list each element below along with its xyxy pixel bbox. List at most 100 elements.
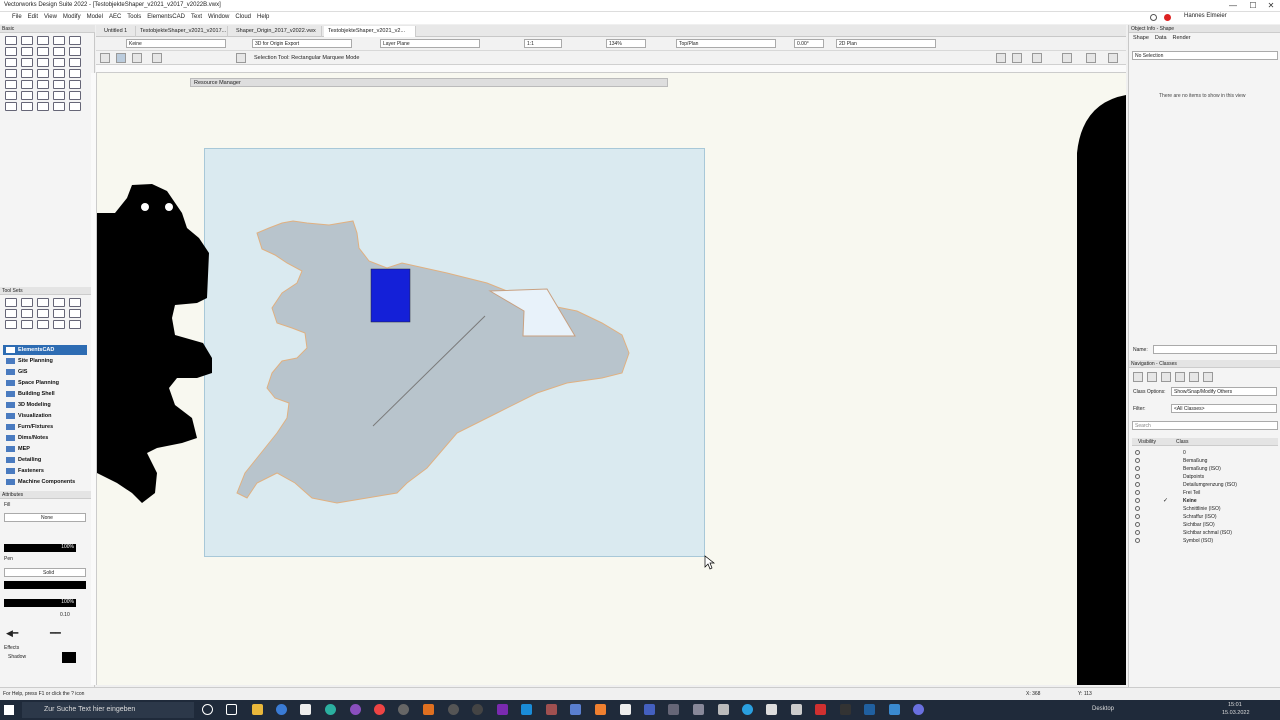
acrobat-icon[interactable] — [815, 704, 826, 715]
pen-color-swatch[interactable] — [4, 581, 86, 589]
toolset-elementscad[interactable]: ElementsCAD — [3, 345, 87, 355]
locus-tool-icon[interactable] — [5, 102, 17, 111]
name-field[interactable] — [1153, 345, 1277, 354]
onenote-icon[interactable] — [497, 704, 508, 715]
toolset-site-planning[interactable]: Site Planning — [3, 356, 87, 366]
app-icon-page[interactable] — [791, 704, 802, 715]
menu-modify[interactable]: Modify — [60, 12, 84, 22]
chamfer-tool-icon[interactable] — [69, 91, 81, 100]
class-row[interactable]: Bemaßung (ISO) — [1133, 465, 1273, 473]
windows-start-icon[interactable] — [4, 705, 14, 715]
eye-icon[interactable] — [1135, 482, 1140, 487]
layer-select[interactable]: Layer Plane — [380, 39, 480, 48]
section-tool-icon[interactable] — [53, 102, 65, 111]
filter-select[interactable]: <All Classes> — [1171, 404, 1277, 413]
toolset-detailing[interactable]: Detailing — [3, 455, 87, 465]
zoom-tool-icon[interactable] — [53, 36, 65, 45]
class-row[interactable]: 0 — [1133, 449, 1273, 457]
fillet-tool-icon[interactable] — [53, 91, 65, 100]
terminal-icon[interactable] — [840, 704, 851, 715]
desktop-label[interactable]: Desktop — [1092, 706, 1114, 712]
options-icon[interactable] — [236, 53, 246, 63]
toolset-gis[interactable]: GIS — [3, 367, 87, 377]
smart-cursor-icon[interactable] — [1062, 53, 1072, 63]
tab-shape[interactable]: Shape — [1133, 35, 1149, 41]
view-toggle-icon[interactable] — [1086, 53, 1096, 63]
connect-combine-tool-icon[interactable] — [5, 91, 17, 100]
callout-tool-icon[interactable] — [37, 102, 49, 111]
selection-mode-icon[interactable] — [116, 53, 126, 63]
rotate-tool-icon[interactable] — [69, 47, 81, 56]
arrowhead-icon[interactable]: ◀━ — [6, 628, 18, 639]
menu-aec[interactable]: AEC — [106, 12, 124, 22]
toolset-3d-modeling[interactable]: 3D Modeling — [3, 400, 87, 410]
app-icon-purple[interactable] — [350, 704, 361, 715]
drawing-canvas[interactable]: Resource Manager — [97, 73, 1126, 685]
search-icon[interactable] — [1150, 14, 1157, 21]
nav-references-icon[interactable] — [1189, 372, 1199, 382]
menu-view[interactable]: View — [41, 12, 60, 22]
drawing-objects[interactable] — [97, 73, 1126, 685]
roof-tool-icon[interactable] — [37, 309, 49, 318]
zoom-field[interactable]: 134% — [606, 39, 646, 48]
nav-views-icon[interactable] — [1161, 372, 1171, 382]
view-select[interactable]: Top/Plan — [676, 39, 776, 48]
app-icon-globe[interactable] — [644, 704, 655, 715]
class-row[interactable]: Sichtbar schmal (ISO) — [1133, 529, 1273, 537]
app-icon-white[interactable] — [620, 704, 631, 715]
maximize-button[interactable]: ☐ — [1244, 0, 1262, 12]
app-icon-red[interactable] — [546, 704, 557, 715]
door-tool-icon[interactable] — [5, 298, 17, 307]
eye-icon[interactable] — [1135, 506, 1140, 511]
toolset-fasteners[interactable]: Fasteners — [3, 466, 87, 476]
edge-icon[interactable] — [276, 704, 287, 715]
menu-model[interactable]: Model — [84, 12, 106, 22]
class-options-select[interactable]: Show/Snap/Modify Others — [1171, 387, 1277, 396]
hardscape-tool-icon[interactable] — [5, 320, 17, 329]
lock-icon[interactable] — [100, 53, 110, 63]
nav-edit-icon[interactable] — [1203, 372, 1213, 382]
toolset-mep[interactable]: MEP — [3, 444, 87, 454]
render-mode-select[interactable]: 2D Plan — [836, 39, 936, 48]
app-icon-doc[interactable] — [766, 704, 777, 715]
taskbar-search[interactable]: Zur Suche Text hier eingeben — [22, 702, 194, 718]
vectorworks-icon[interactable] — [325, 704, 336, 715]
nav-sheets-icon[interactable] — [1175, 372, 1185, 382]
freehand-tool-icon[interactable] — [5, 69, 17, 78]
mirror-tool-icon[interactable] — [21, 80, 33, 89]
file-explorer-icon[interactable] — [252, 704, 263, 715]
eye-icon[interactable] — [1135, 458, 1140, 463]
polygon-tool-icon[interactable] — [37, 69, 49, 78]
class-row[interactable]: Frei Teil — [1133, 489, 1273, 497]
vectorworks-old-icon[interactable] — [398, 704, 409, 715]
class-row[interactable]: Datpoints — [1133, 473, 1273, 481]
nav-layers-icon[interactable] — [1147, 372, 1157, 382]
arc-tool-icon[interactable] — [69, 58, 81, 67]
app-icon-dark[interactable] — [668, 704, 679, 715]
double-line-tool-icon[interactable] — [37, 47, 49, 56]
task-view-icon[interactable] — [226, 704, 237, 715]
grid-tool-icon[interactable] — [69, 309, 81, 318]
app-icon-cyan[interactable] — [742, 704, 753, 715]
eyedropper-tool-icon[interactable] — [37, 80, 49, 89]
class-row[interactable]: Bemaßung — [1133, 457, 1273, 465]
polyline-tool-icon[interactable] — [21, 69, 33, 78]
menu-elementscad[interactable]: ElementsCAD — [144, 12, 188, 22]
split-tool-icon[interactable] — [69, 80, 81, 89]
attribute-mapping-tool-icon[interactable] — [53, 80, 65, 89]
class-column[interactable]: Class — [1176, 439, 1189, 445]
class-row[interactable]: Sichtbar (ISO) — [1133, 521, 1273, 529]
oval-tool-icon[interactable] — [53, 58, 65, 67]
user-name[interactable]: Hannes Elmeier — [1184, 13, 1227, 19]
massing-tool-icon[interactable] — [37, 320, 49, 329]
visibility-column[interactable]: Visibility — [1138, 439, 1156, 445]
transform-mode-icon[interactable] — [132, 53, 142, 63]
menu-help[interactable]: Help — [254, 12, 272, 22]
eye-icon[interactable] — [1135, 530, 1140, 535]
clip-tool-icon[interactable] — [21, 91, 33, 100]
app-icon-orange[interactable] — [423, 704, 434, 715]
beam-tool-icon[interactable] — [21, 309, 33, 318]
pen-style-select[interactable]: Solid — [4, 568, 86, 577]
window-tool-icon[interactable] — [21, 298, 33, 307]
class-row[interactable]: Schnittlinie (ISO) — [1133, 505, 1273, 513]
